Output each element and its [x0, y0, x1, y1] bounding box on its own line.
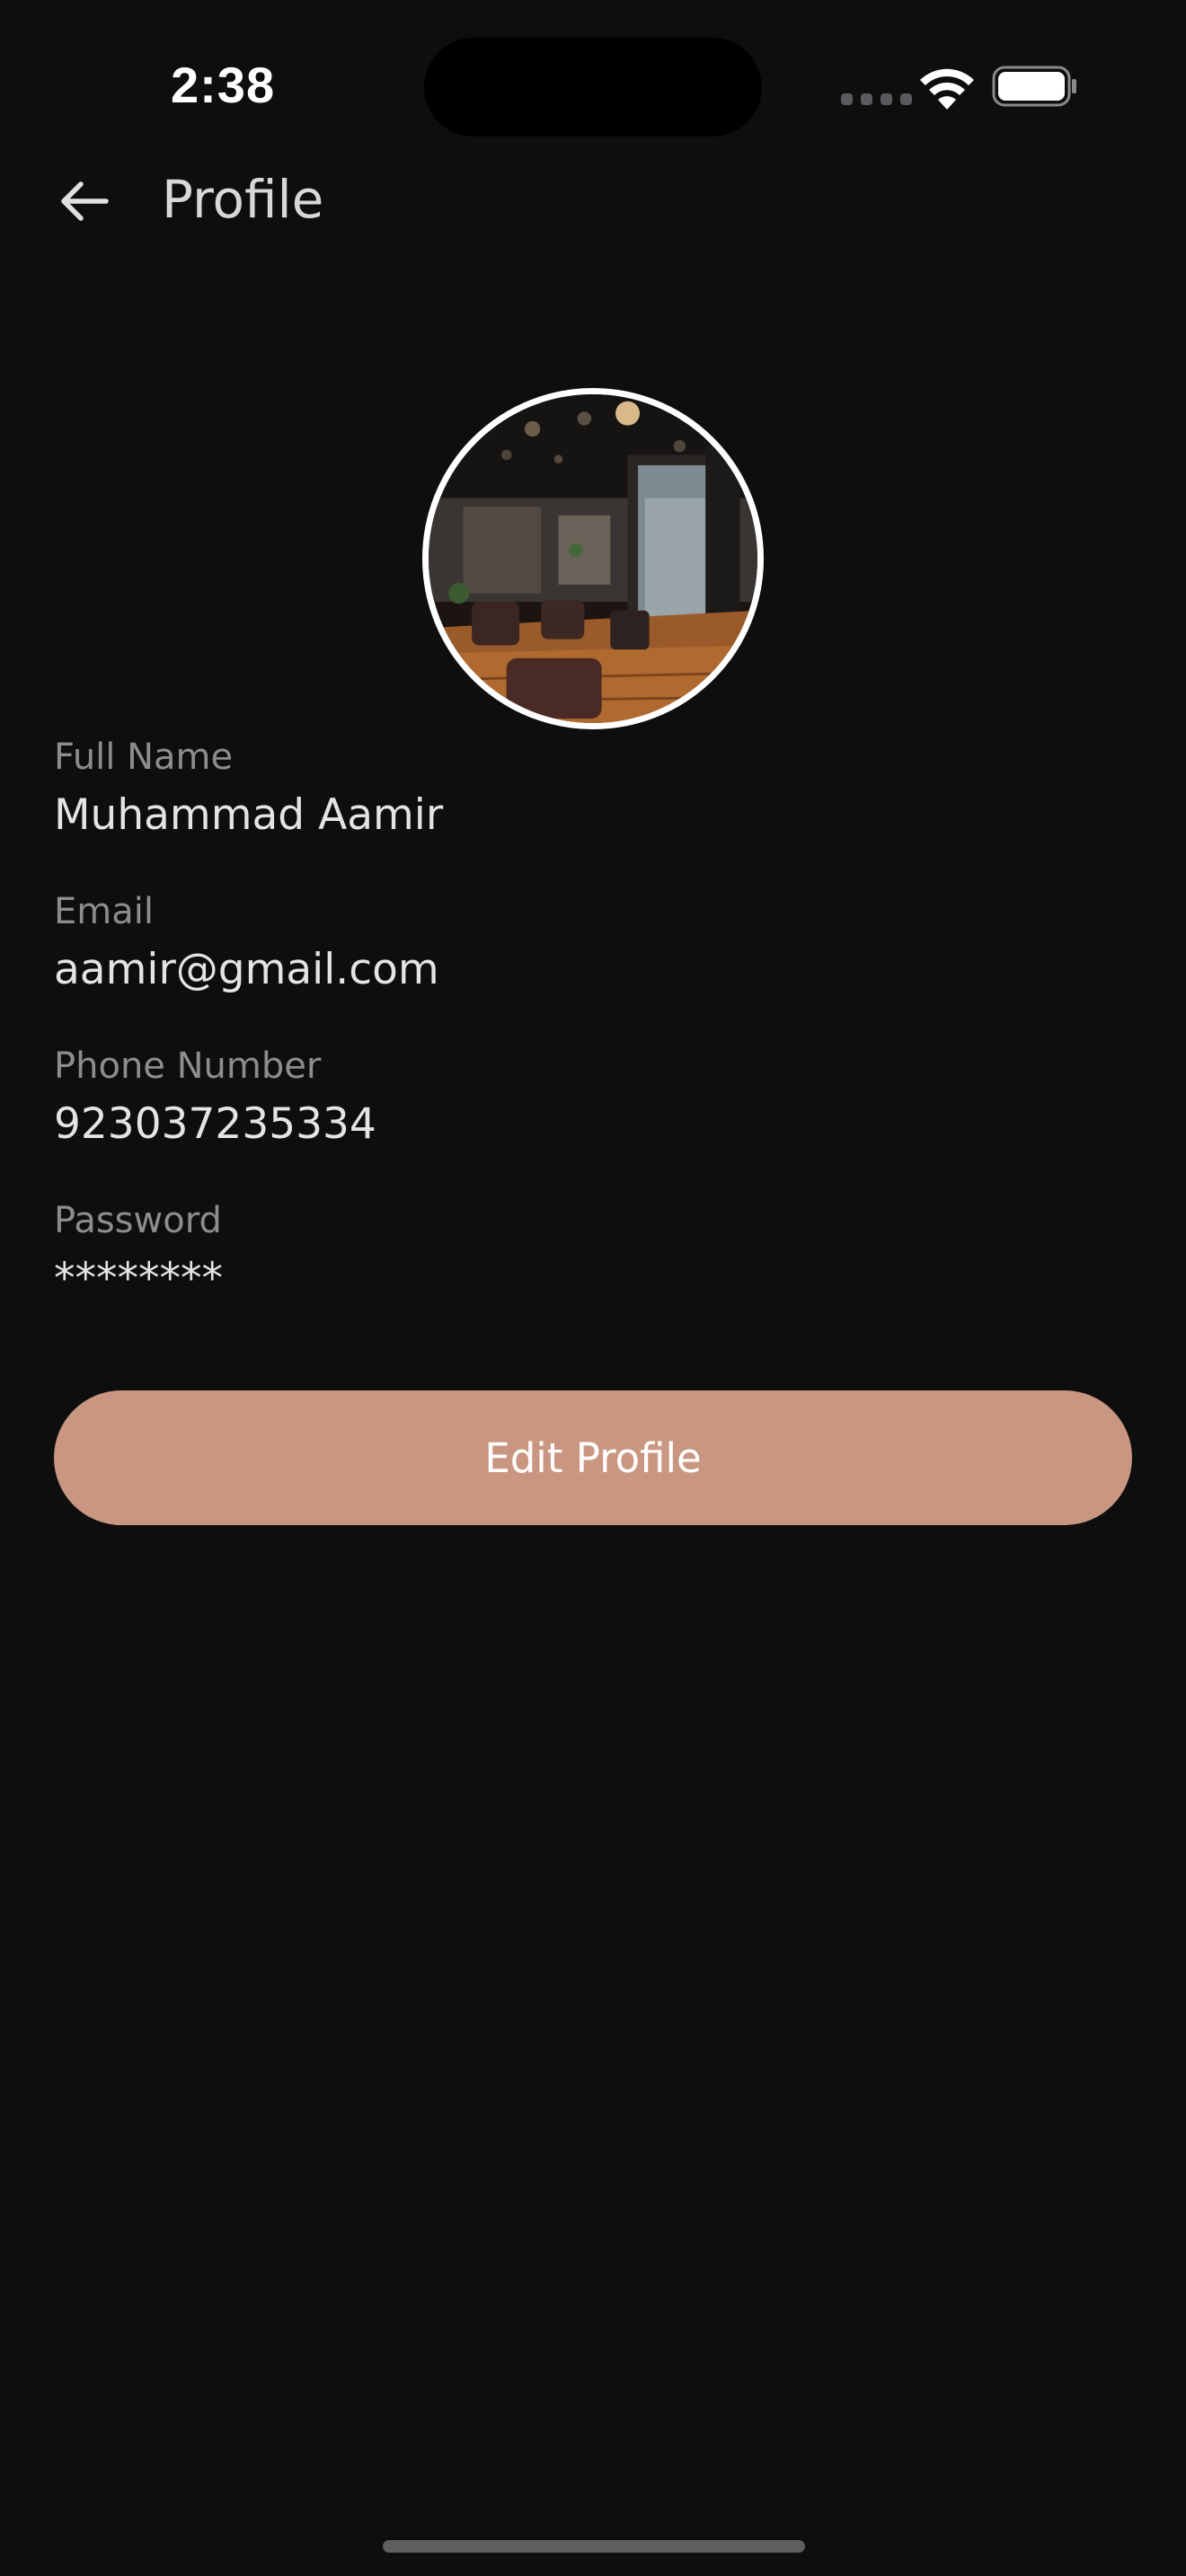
dynamic-island	[424, 38, 762, 137]
email-label: Email	[54, 891, 154, 932]
battery-icon	[992, 66, 1076, 107]
back-arrow-icon[interactable]	[56, 172, 113, 230]
phone-number-value: 923037235334	[54, 1099, 376, 1149]
password-label: Password	[54, 1200, 222, 1241]
full-name-label: Full Name	[54, 737, 234, 778]
wifi-icon	[920, 68, 974, 110]
password-value: ********	[54, 1254, 223, 1303]
signal-dots-icon	[841, 93, 912, 105]
status-time: 2:38	[171, 57, 276, 113]
email-value: aamir@gmail.com	[54, 945, 439, 994]
home-indicator[interactable]	[383, 2540, 805, 2553]
edit-profile-button[interactable]: Edit Profile	[54, 1390, 1132, 1525]
phone-number-label: Phone Number	[54, 1045, 322, 1087]
avatar	[422, 388, 764, 729]
full-name-value: Muhammad Aamir	[54, 790, 444, 840]
salon-photo-icon	[429, 394, 757, 723]
page-title: Profile	[162, 169, 324, 230]
profile-screen: 2:38 Profile Full Name Muhammad Aamir Em…	[0, 0, 1186, 2576]
